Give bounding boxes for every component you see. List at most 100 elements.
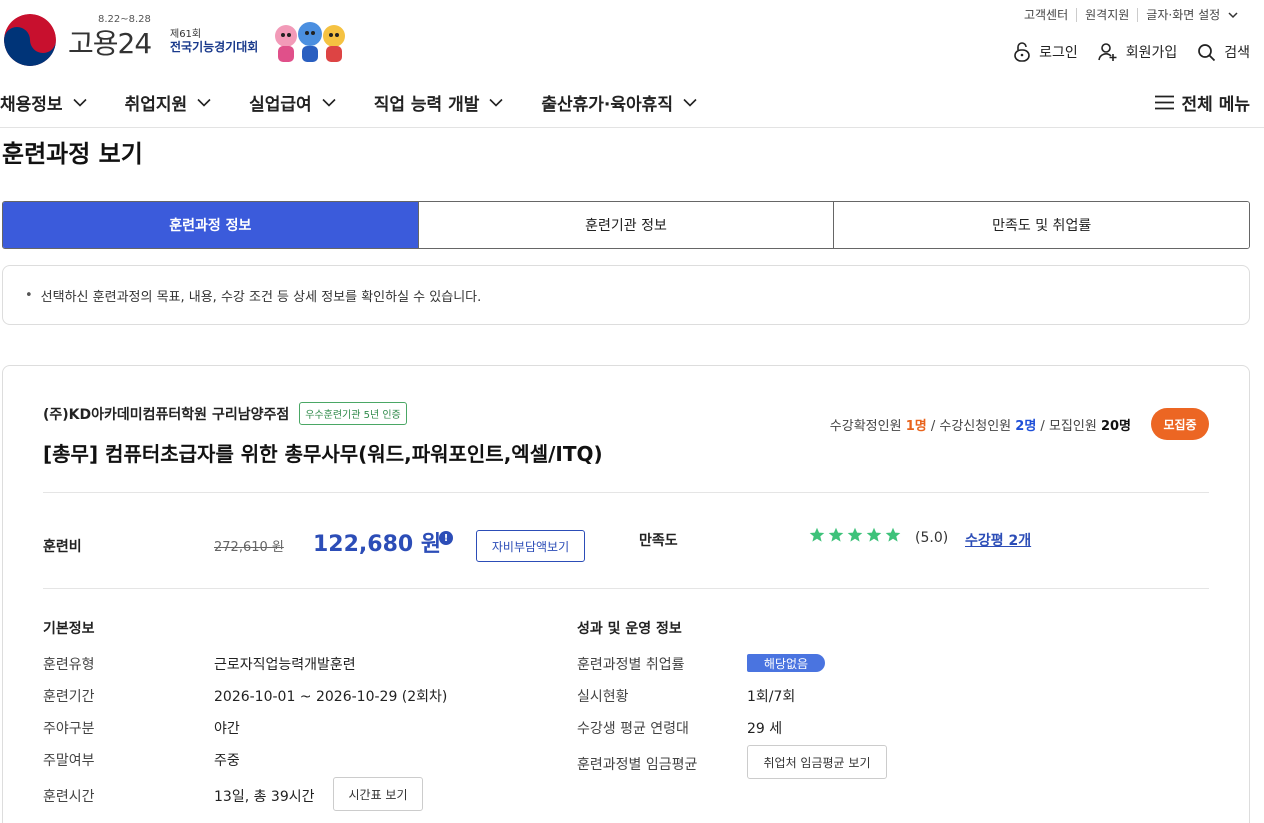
chevron-down-icon	[1228, 12, 1238, 19]
utility-links: 고객센터 원격지원 글자·화면 설정	[1016, 8, 1246, 22]
nav-item-skill-development[interactable]: 직업 능력 개발	[374, 90, 504, 115]
progress-status-label: 실시현황	[577, 689, 629, 705]
signup-button[interactable]: 회원가입	[1097, 42, 1178, 62]
notice-text: 선택하신 훈련과정의 목표, 내용, 수강 조건 등 상세 정보를 확인하실 수…	[40, 289, 482, 305]
employment-rate-label: 훈련과정별 취업률	[577, 657, 685, 673]
day-night-label: 주야구분	[43, 721, 95, 737]
performance-info-title: 성과 및 운영 정보	[577, 621, 682, 637]
nav-label: 실업급여	[249, 95, 312, 115]
brand-name: 고용24	[68, 27, 152, 60]
search-label: 검색	[1224, 45, 1250, 61]
info-notice: • 선택하신 훈련과정의 목표, 내용, 수강 조건 등 상세 정보를 확인하실…	[2, 265, 1250, 325]
display-settings-label: 글자·화면 설정	[1146, 8, 1221, 22]
basic-info-title: 기본정보	[43, 621, 95, 637]
weekend-value: 주중	[214, 753, 240, 769]
star-icon	[885, 527, 901, 542]
applied-count: 2명	[1015, 419, 1037, 434]
training-hours-value: 13일, 총 39시간	[214, 789, 315, 805]
chevron-down-icon	[197, 98, 211, 107]
discounted-price: 122,680 원	[313, 532, 442, 557]
rating-score: (5.0)	[915, 530, 949, 546]
recruit-label: 모집인원	[1048, 419, 1097, 434]
original-price: 272,610 원	[214, 540, 284, 555]
main-nav: 채용정보 취업지원 실업급여 직업 능력 개발 출산휴가·육아휴직	[0, 90, 735, 115]
satisfaction-label: 만족도	[639, 533, 678, 549]
all-menu-label: 전체 메뉴	[1181, 95, 1250, 115]
page-title: 훈련과정 보기	[2, 140, 143, 168]
timetable-button[interactable]: 시간표 보기	[333, 777, 423, 811]
mascot-icon	[275, 22, 345, 62]
cert-badge: 우수훈련기관 5년 인증	[299, 402, 407, 425]
divider	[43, 492, 1209, 493]
search-button[interactable]: 검색	[1197, 42, 1250, 62]
info-icon[interactable]: !	[439, 531, 453, 545]
event-banner[interactable]: 제61회 전국기능경기대회	[170, 28, 258, 54]
weekend-label: 주말여부	[43, 753, 95, 769]
confirmed-label: 수강확정인원	[829, 419, 902, 434]
star-rating	[809, 527, 904, 543]
site-header: 고용24 8.22~8.28 제61회 전국기능경기대회 고객센터 원격지원 글…	[0, 0, 1264, 128]
hamburger-menu-icon	[1154, 95, 1174, 110]
course-title: [총무] 컴퓨터초급자를 위한 총무사무(워드,파워포인트,엑셀/ITQ)	[43, 442, 603, 466]
chevron-down-icon	[72, 98, 87, 107]
star-icon	[828, 527, 844, 542]
star-icon	[847, 527, 863, 542]
training-period-label: 훈련기간	[43, 689, 95, 705]
util-link-customer-center[interactable]: 고객센터	[1016, 8, 1076, 22]
chevron-down-icon	[322, 98, 336, 107]
tab-institution-info[interactable]: 훈련기관 정보	[417, 202, 834, 248]
employment-rate-badge: 해당없음	[747, 654, 825, 672]
day-night-value: 야간	[214, 721, 240, 737]
self-payment-button[interactable]: 자비부담액보기	[476, 530, 585, 562]
nav-label: 취업지원	[124, 95, 188, 115]
all-menu-button[interactable]: 전체 메뉴	[1154, 90, 1250, 115]
nav-item-unemployment-benefit[interactable]: 실업급여	[249, 90, 336, 115]
bullet-icon: •	[25, 287, 33, 303]
user-add-icon	[1097, 43, 1117, 61]
institution-name[interactable]: (주)KD아카데미컴퓨터학원 구리남양주점	[43, 404, 289, 424]
average-wage-button[interactable]: 취업처 임금평균 보기	[747, 745, 887, 779]
util-link-remote-support[interactable]: 원격지원	[1076, 8, 1137, 22]
star-icon	[866, 527, 882, 542]
chevron-down-icon	[683, 98, 697, 107]
nav-label: 채용정보	[0, 95, 63, 115]
training-period-value: 2026-10-01 ~ 2026-10-29 (2회차)	[214, 689, 448, 705]
login-button[interactable]: 로그인	[1013, 42, 1078, 62]
average-age-label: 수강생 평균 연령대	[577, 721, 689, 737]
star-icon	[809, 527, 825, 542]
review-link[interactable]: 수강평 2개	[965, 530, 1031, 550]
util-link-display-settings[interactable]: 글자·화면 설정	[1137, 8, 1246, 22]
tab-course-info[interactable]: 훈련과정 정보	[3, 202, 418, 248]
nav-label: 출산휴가·육아휴직	[541, 95, 673, 115]
nav-item-parental-leave[interactable]: 출산휴가·육아휴직	[541, 90, 697, 115]
chevron-down-icon	[489, 98, 503, 107]
nav-item-jobs[interactable]: 채용정보	[0, 90, 87, 115]
average-wage-label: 훈련과정별 임금평균	[577, 757, 698, 773]
recruit-count: 20명	[1100, 419, 1131, 434]
login-label: 로그인	[1039, 45, 1078, 61]
fee-label: 훈련비	[43, 539, 82, 555]
course-card: (주)KD아카데미컴퓨터학원 구리남양주점 우수훈련기관 5년 인증 [총무] …	[2, 365, 1250, 823]
nav-item-employment-support[interactable]: 취업지원	[125, 90, 212, 115]
status-badge: 모집중	[1151, 408, 1209, 440]
institution-row: (주)KD아카데미컴퓨터학원 구리남양주점 우수훈련기관 5년 인증	[43, 402, 407, 425]
divider	[43, 588, 1209, 589]
search-icon	[1198, 43, 1216, 61]
training-type-label: 훈련유형	[43, 657, 95, 673]
training-hours-label: 훈련시간	[43, 789, 95, 805]
applied-label: 수강신청인원	[939, 419, 1012, 434]
progress-status-value: 1회/7회	[747, 689, 796, 705]
lock-icon	[1014, 42, 1030, 62]
training-type-value: 근로자직업능력개발훈련	[214, 657, 356, 673]
tab-satisfaction-employment[interactable]: 만족도 및 취업률	[833, 202, 1249, 248]
account-actions: 로그인 회원가입 검색	[993, 42, 1250, 62]
event-name: 전국기능경기대회	[170, 40, 259, 54]
event-date: 8.22~8.28	[98, 14, 151, 25]
confirmed-count: 1명	[905, 419, 927, 434]
signup-label: 회원가입	[1125, 45, 1178, 61]
average-age-value: 29 세	[747, 721, 783, 737]
taegeuk-logo-icon	[4, 14, 56, 66]
nav-label: 직업 능력 개발	[373, 95, 480, 115]
enrollment-summary: 수강확정인원 1명 / 수강신청인원 2명 / 모집인원 20명	[829, 419, 1131, 434]
tab-bar: 훈련과정 정보 훈련기관 정보 만족도 및 취업률	[2, 201, 1250, 249]
